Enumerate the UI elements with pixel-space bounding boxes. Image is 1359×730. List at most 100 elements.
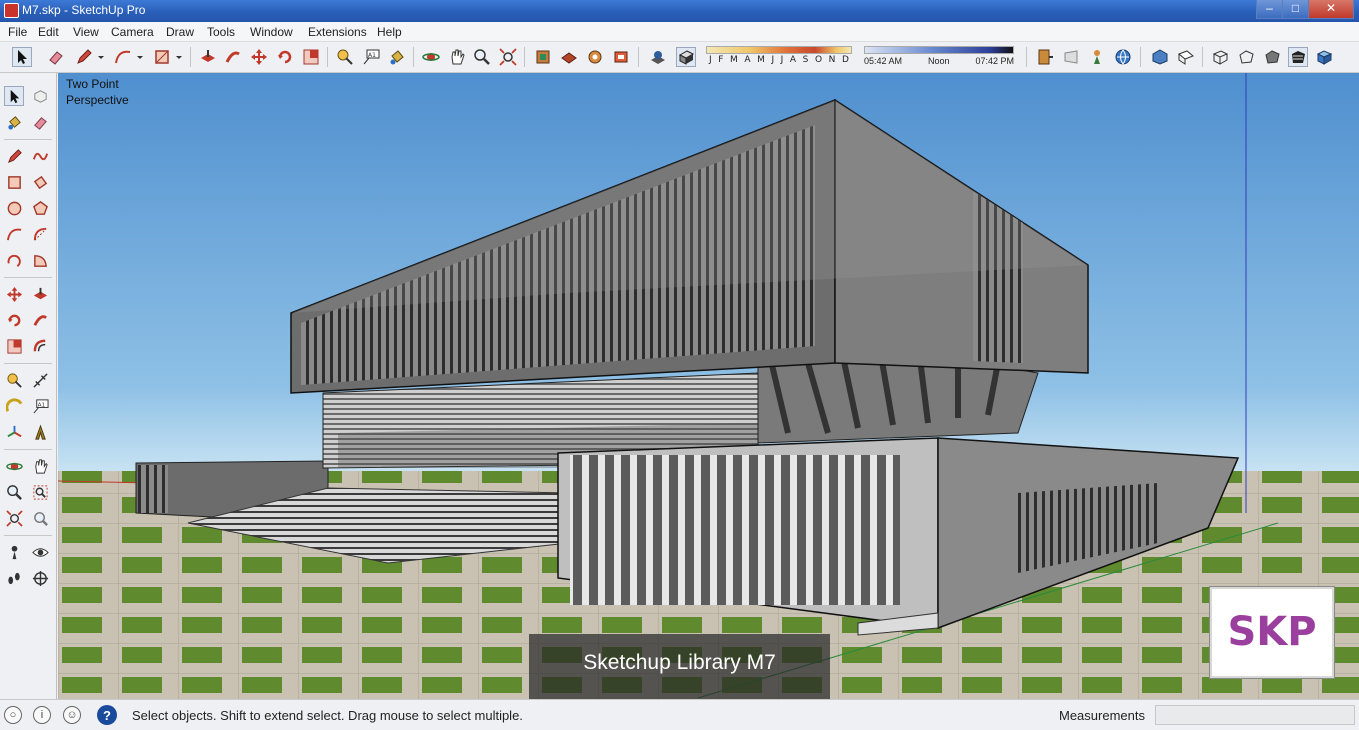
rotate-tool[interactable]	[4, 310, 24, 330]
time-of-day-slider[interactable]: 05:42 AM Noon 07:42 PM	[864, 46, 1014, 66]
arc-dropdown[interactable]	[135, 47, 145, 67]
menu-view[interactable]: View	[73, 25, 99, 39]
menu-camera[interactable]: Camera	[111, 25, 154, 39]
select-tool[interactable]	[4, 86, 24, 106]
menu-extensions[interactable]: Extensions	[308, 25, 367, 39]
geo-location-button[interactable]	[1113, 47, 1133, 67]
building-model-scene	[58, 73, 1359, 699]
polygon-tool[interactable]	[30, 198, 50, 218]
share-model-button[interactable]	[559, 47, 579, 67]
credits-info-icon[interactable]: i	[33, 706, 51, 724]
minimize-button[interactable]: –	[1256, 0, 1283, 19]
protractor-tool[interactable]	[4, 396, 24, 416]
orbit-tool-button[interactable]	[421, 47, 441, 67]
arc-tool-button[interactable]	[113, 47, 133, 67]
section-plane-tool[interactable]	[30, 568, 50, 588]
scale-tool-button[interactable]	[301, 47, 321, 67]
xray-style-button[interactable]	[1210, 47, 1230, 67]
text-tool[interactable]: A1	[30, 396, 50, 416]
extension-warehouse-button[interactable]	[611, 47, 631, 67]
zoom-window-tool[interactable]	[30, 482, 50, 502]
close-button[interactable]: ✕	[1308, 0, 1354, 19]
menu-window[interactable]: Window	[250, 25, 293, 39]
rectangle-tool-button[interactable]	[152, 47, 172, 67]
two-point-arc-tool[interactable]	[30, 224, 50, 244]
rotate-tool-button[interactable]	[275, 47, 295, 67]
eraser-tool[interactable]	[30, 112, 50, 132]
menu-bar: File Edit View Camera Draw Tools Window …	[0, 22, 1359, 42]
zoom-extents-tool[interactable]	[4, 508, 24, 528]
scale-tool[interactable]	[4, 336, 24, 356]
orbit-tool[interactable]	[4, 456, 24, 476]
circle-tool[interactable]	[4, 198, 24, 218]
top-view-button[interactable]	[1176, 47, 1196, 67]
3d-text-tool[interactable]	[30, 422, 50, 442]
look-around-tool[interactable]	[30, 542, 50, 562]
shape-dropdown[interactable]	[174, 47, 184, 67]
shaded-style-button[interactable]	[1262, 47, 1282, 67]
position-camera-tool[interactable]	[4, 542, 24, 562]
menu-tools[interactable]: Tools	[207, 25, 235, 39]
time-slider-track[interactable]	[864, 46, 1014, 54]
pan-tool-button[interactable]	[447, 47, 467, 67]
menu-file[interactable]: File	[8, 25, 27, 39]
measurements-input[interactable]	[1155, 705, 1355, 725]
maximize-button[interactable]: □	[1282, 0, 1309, 19]
previous-view-tool[interactable]	[30, 508, 50, 528]
zoom-extents-button[interactable]	[498, 47, 518, 67]
text-label-icon: A1	[363, 49, 380, 65]
paint-bucket-icon	[390, 50, 404, 65]
instructor-help-icon[interactable]: ?	[97, 705, 117, 725]
menu-edit[interactable]: Edit	[38, 25, 59, 39]
dimension-tool[interactable]	[30, 370, 50, 390]
zoom-tool-button[interactable]	[472, 47, 492, 67]
pencil-tool-button[interactable]	[74, 47, 94, 67]
pan-tool[interactable]	[30, 456, 50, 476]
shaded-textures-style-button[interactable]	[1288, 47, 1308, 67]
push-pull-tool[interactable]	[30, 284, 50, 304]
walk-tool[interactable]	[4, 568, 24, 588]
arc-tool[interactable]	[4, 224, 24, 244]
iso-view-button[interactable]	[1150, 47, 1170, 67]
monochrome-style-button[interactable]	[1314, 47, 1334, 67]
section-display-button[interactable]	[1061, 47, 1081, 67]
wireframe-style-button[interactable]	[1236, 47, 1256, 67]
share-component-button[interactable]	[585, 47, 605, 67]
offset-tool[interactable]	[30, 336, 50, 356]
user-account-icon[interactable]: ☺	[63, 706, 81, 724]
section-plane-button[interactable]	[1035, 47, 1055, 67]
month-slider[interactable]: J F M A M J J A S O N D	[706, 46, 852, 65]
pie-tool[interactable]	[30, 250, 50, 270]
zoom-tool[interactable]	[4, 482, 24, 502]
model-viewport[interactable]: Two Point Perspective Sketchup Library M…	[58, 73, 1359, 699]
3d-warehouse-button[interactable]	[533, 47, 553, 67]
menu-draw[interactable]: Draw	[166, 25, 194, 39]
eraser-tool-button[interactable]	[46, 47, 66, 67]
move-tool[interactable]	[4, 284, 24, 304]
month-slider-track[interactable]	[706, 46, 852, 54]
axes-tool[interactable]	[4, 422, 24, 442]
paint-bucket-tool[interactable]	[4, 112, 24, 132]
move-tool-button[interactable]	[249, 47, 269, 67]
follow-me-tool[interactable]	[30, 310, 50, 330]
pencil-dropdown[interactable]	[96, 47, 106, 67]
rotated-rectangle-tool[interactable]	[30, 172, 50, 192]
three-point-arc-tool[interactable]	[4, 250, 24, 270]
tape-measure-tool[interactable]	[4, 370, 24, 390]
tape-measure-tool-button[interactable]	[335, 47, 355, 67]
rectangle-tool[interactable]	[4, 172, 24, 192]
make-component-tool[interactable]	[30, 86, 50, 106]
freehand-tool[interactable]	[30, 146, 50, 166]
shadow-settings-button[interactable]	[648, 47, 668, 67]
follow-me-tool-button[interactable]	[223, 47, 243, 67]
text-tool-button[interactable]: A1	[361, 47, 381, 67]
menu-help[interactable]: Help	[377, 25, 402, 39]
geo-location-status-icon[interactable]: ○	[4, 706, 22, 724]
paint-bucket-tool-button[interactable]	[387, 47, 407, 67]
select-tool-button[interactable]	[12, 47, 32, 67]
push-pull-tool-button[interactable]	[198, 47, 218, 67]
line-tool[interactable]	[4, 146, 24, 166]
position-camera-button[interactable]	[1087, 47, 1107, 67]
display-shadows-toggle[interactable]	[676, 47, 696, 67]
warehouse-icon	[536, 50, 550, 64]
